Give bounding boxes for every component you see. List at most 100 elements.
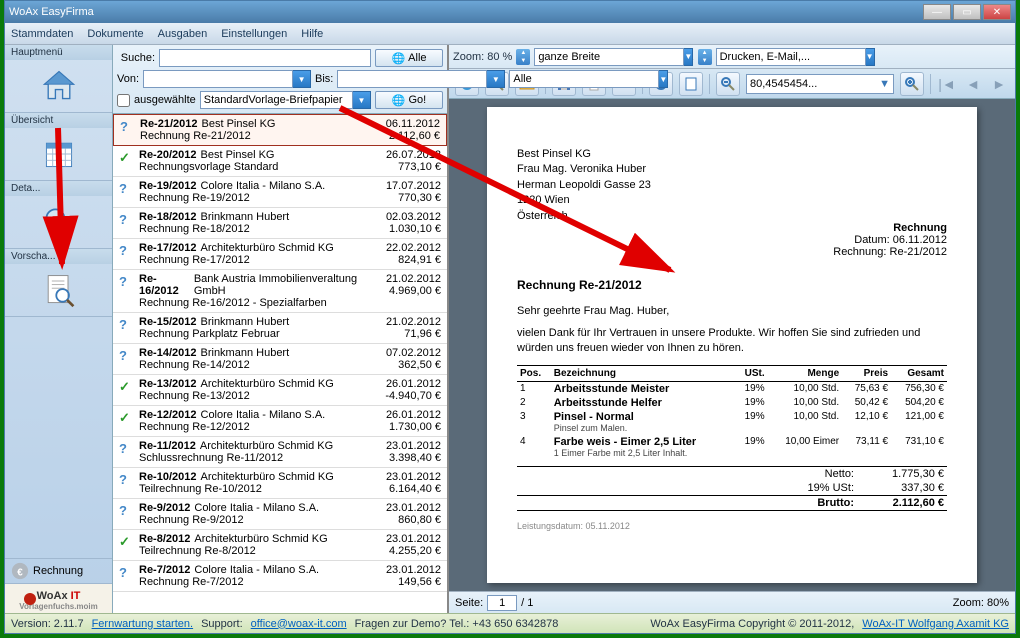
question-icon: ? (120, 119, 128, 134)
list-item[interactable]: ✓ Re-13/2012Architekturbüro Schmid KG Re… (113, 375, 447, 406)
sidebar-details-body[interactable] (5, 196, 112, 248)
menu-stammdaten[interactable]: Stammdaten (11, 28, 73, 40)
doc-head-date: Datum: 06.11.2012 (517, 234, 947, 246)
document-page: Best Pinsel KGFrau Mag. Veronika HuberHe… (487, 107, 977, 583)
tool-page[interactable] (679, 72, 703, 96)
question-icon: ? (119, 274, 127, 289)
house-icon (41, 68, 77, 104)
ausgewahlte-checkbox[interactable] (117, 94, 130, 107)
svg-text:€: € (17, 568, 23, 579)
list-item[interactable]: ? Re-16/2012Bank Austria Immobilienveral… (113, 270, 447, 313)
status-version: Version: 2.11.7 (11, 618, 84, 630)
nav-prev[interactable]: ◄ (963, 74, 983, 94)
status-fernwartung[interactable]: Fernwartung starten. (92, 618, 194, 630)
question-icon: ? (119, 472, 127, 487)
viewer-topbar: Zoom: 80 % Seite: 1 von 1 (449, 45, 1015, 69)
zoom-dropdown[interactable]: 80,4545454...▼ (746, 74, 894, 94)
viewer-panel: Zoom: 80 % Seite: 1 von 1 (449, 45, 1015, 613)
magnifier-icon (41, 204, 77, 240)
sidebar-hauptmenu-body[interactable] (5, 60, 112, 112)
print-menu-input[interactable] (716, 48, 866, 66)
invoice-list[interactable]: ? Re-21/2012Best Pinsel KG Rechnung Re-2… (113, 114, 447, 613)
check-icon: ✓ (119, 379, 130, 395)
list-item[interactable]: ? Re-21/2012Best Pinsel KG Rechnung Re-2… (113, 114, 447, 146)
status-copyright: WoAx EasyFirma Copyright © 2011-2012, (650, 618, 854, 630)
seite-of: / 1 (521, 597, 533, 609)
list-item[interactable]: ? Re-11/2012Architekturbüro Schmid KG Sc… (113, 437, 447, 468)
list-item[interactable]: ? Re-14/2012Brinkmann Hubert Rechnung Re… (113, 344, 447, 375)
template-dropdown-button[interactable] (353, 91, 371, 109)
menu-ausgaben[interactable]: Ausgaben (158, 28, 208, 40)
zoom-spinner[interactable] (516, 49, 530, 65)
suche-label: Suche: (117, 52, 155, 64)
status-demo: Fragen zur Demo? Tel.: +43 650 6342878 (355, 618, 559, 630)
question-icon: ? (119, 181, 127, 196)
list-item[interactable]: ? Re-7/2012Colore Italia - Milano S.A. R… (113, 561, 447, 592)
viewer-footer: Seite: / 1 Zoom: 80% (449, 591, 1015, 613)
doc-table: Pos.BezeichnungUSt.MengePreisGesamt 1Arb… (517, 365, 947, 460)
von-label: Von: (117, 73, 139, 85)
check-icon: ✓ (119, 410, 130, 426)
tool-zoomin[interactable] (900, 72, 924, 96)
status-email[interactable]: office@woax-it.com (251, 618, 347, 630)
type-input[interactable] (509, 70, 659, 88)
sidebar-ubersicht-body[interactable] (5, 128, 112, 180)
list-item[interactable]: ? Re-17/2012Architekturbüro Schmid KG Re… (113, 239, 447, 270)
alle-button[interactable]: 🌐 Alle (375, 49, 443, 67)
sidebar: Hauptmenü Übersicht Deta... Vorscha... (5, 45, 113, 613)
close-button[interactable]: ✕ (983, 4, 1011, 20)
go-button[interactable]: 🌐 Go! (375, 91, 443, 109)
menu-dokumente[interactable]: Dokumente (87, 28, 143, 40)
sidebar-vorschau-header[interactable]: Vorscha... (5, 249, 112, 264)
width-mode-dropdown[interactable] (684, 48, 693, 66)
status-support: Support: (201, 618, 243, 630)
tool-zoomout[interactable] (716, 72, 740, 96)
document-viewer[interactable]: Best Pinsel KGFrau Mag. Veronika HuberHe… (449, 99, 1015, 591)
list-item[interactable]: ? Re-15/2012Brinkmann Hubert Rechnung Pa… (113, 313, 447, 344)
maximize-button[interactable]: ▭ (953, 4, 981, 20)
question-icon: ? (119, 317, 127, 332)
titlebar[interactable]: WoAx EasyFirma — ▭ ✕ (5, 1, 1015, 23)
list-item[interactable]: ? Re-19/2012Colore Italia - Milano S.A. … (113, 177, 447, 208)
list-item[interactable]: ✓ Re-8/2012Architekturbüro Schmid KG Tei… (113, 530, 447, 561)
list-item[interactable]: ? Re-18/2012Brinkmann Hubert Rechnung Re… (113, 208, 447, 239)
sidebar-ubersicht-header[interactable]: Übersicht (5, 113, 112, 128)
app-window: WoAx EasyFirma — ▭ ✕ Stammdaten Dokument… (4, 0, 1016, 634)
list-item[interactable]: ✓ Re-12/2012Colore Italia - Milano S.A. … (113, 406, 447, 437)
euro-icon: € (11, 562, 29, 580)
sidebar-vorschau-body[interactable] (5, 264, 112, 316)
list-item[interactable]: ? Re-10/2012Architekturbüro Schmid KG Te… (113, 468, 447, 499)
sidebar-rechnung-label[interactable]: Rechnung (33, 565, 83, 577)
footer-zoom: Zoom: 80% (953, 597, 1009, 609)
nav-next[interactable]: ► (989, 74, 1009, 94)
print-menu-dropdown[interactable] (866, 48, 875, 66)
page-spinner[interactable] (698, 49, 712, 65)
von-dropdown-button[interactable] (293, 70, 311, 88)
doc-title: Rechnung Re-21/2012 (517, 278, 947, 292)
minimize-button[interactable]: — (923, 4, 951, 20)
bis-input[interactable] (337, 70, 487, 88)
nav-first[interactable]: |◄ (937, 74, 957, 94)
template-input[interactable] (200, 91, 353, 109)
bis-dropdown-button[interactable] (487, 70, 505, 88)
suche-input[interactable] (159, 49, 371, 67)
list-item[interactable]: ? Re-9/2012Colore Italia - Milano S.A. R… (113, 499, 447, 530)
seite-label: Seite: (455, 597, 483, 609)
filter-box: Suche: 🌐 Alle Von: Bis: ausgewählte 🌐 Go… (113, 45, 447, 114)
sidebar-details-header[interactable]: Deta... (5, 181, 112, 196)
menu-hilfe[interactable]: Hilfe (301, 28, 323, 40)
question-icon: ? (119, 348, 127, 363)
von-input[interactable] (143, 70, 293, 88)
check-icon: ✓ (119, 534, 130, 550)
seite-input[interactable] (487, 595, 517, 611)
width-mode-input[interactable] (534, 48, 684, 66)
zoom-label: Zoom: 80 % (453, 51, 512, 63)
question-icon: ? (119, 243, 127, 258)
type-dropdown-button[interactable] (659, 70, 668, 88)
status-link[interactable]: WoAx-IT Wolfgang Axamit KG (862, 618, 1009, 630)
bis-label: Bis: (315, 73, 333, 85)
sidebar-hauptmenu-header[interactable]: Hauptmenü (5, 45, 112, 60)
question-icon: ? (119, 503, 127, 518)
list-item[interactable]: ✓ Re-20/2012Best Pinsel KG Rechnungsvorl… (113, 146, 447, 177)
menu-einstellungen[interactable]: Einstellungen (221, 28, 287, 40)
